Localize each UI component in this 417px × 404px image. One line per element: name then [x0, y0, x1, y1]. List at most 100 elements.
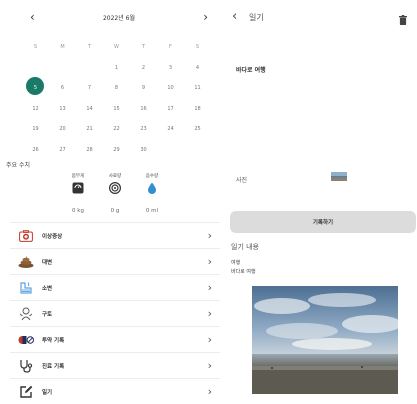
calendar-day[interactable]: 17 — [157, 106, 184, 112]
diary-content-line: 여행 — [231, 260, 241, 266]
calendar-week: 1 2 3 4 — [22, 58, 211, 79]
menu-item-label: 소변 — [42, 285, 53, 292]
stat-water[interactable]: 음수량 — [134, 173, 170, 194]
calendar-day[interactable]: 8 — [103, 85, 130, 91]
menu-item-label: 대변 — [42, 259, 53, 266]
calendar-day[interactable]: 28 — [76, 147, 103, 153]
menu-item-vomit[interactable]: 구토 › — [10, 300, 220, 326]
calendar-day[interactable]: 20 — [49, 126, 76, 132]
photo-label: 사진 — [236, 177, 248, 184]
diary-title-value: 바다로 여행 — [236, 67, 266, 74]
calendar-day-selected[interactable]: 5 — [22, 77, 49, 96]
stat-weight[interactable]: 몸무게 — [60, 173, 96, 194]
photo-thumbnail[interactable] — [331, 172, 347, 181]
calendar-day[interactable]: 26 — [22, 147, 49, 153]
medical-kit-icon — [16, 228, 36, 244]
weight-value: 0 kg — [72, 208, 84, 214]
calendar-week: 19 20 21 22 23 24 25 — [22, 119, 211, 140]
stat-food[interactable]: 사료량 — [97, 173, 133, 194]
calendar-day[interactable]: 13 — [49, 106, 76, 112]
calendar-day[interactable]: 18 — [184, 106, 211, 112]
menu-item-label: 일기 — [42, 389, 53, 396]
water-value: 0 ml — [145, 208, 159, 214]
menu-item-label: 구토 — [42, 311, 53, 318]
calendar-day[interactable]: 30 — [130, 147, 157, 153]
trash-icon[interactable] — [399, 10, 407, 29]
stethoscope-icon — [16, 358, 36, 374]
food-bowl-icon — [109, 182, 121, 194]
menu-item-label: 이상증상 — [42, 233, 63, 240]
calendar-day[interactable]: 27 — [49, 147, 76, 153]
chevron-right-icon: › — [207, 255, 212, 268]
back-button[interactable]: ‹ — [232, 9, 237, 24]
stat-label: 사료량 — [108, 174, 122, 179]
menu-item-symptoms[interactable]: 이상증상 › — [10, 222, 220, 248]
menu-item-clinic[interactable]: 진료 기록 › — [10, 352, 220, 378]
record-button[interactable]: 기록하기 — [230, 211, 416, 233]
calendar-day[interactable]: 22 — [103, 126, 130, 132]
summary-stats: 몸무게 사료량 음수량 — [60, 173, 170, 194]
weekday-label: T — [141, 44, 146, 51]
calendar-day[interactable]: 19 — [22, 126, 49, 132]
water-drop-icon — [148, 182, 156, 194]
next-month-button[interactable]: › — [203, 10, 208, 24]
menu-item-diary[interactable]: 일기 › — [10, 378, 220, 404]
stat-label: 몸무게 — [71, 174, 85, 179]
stat-label: 음수량 — [145, 174, 159, 179]
chevron-right-icon: › — [207, 281, 212, 294]
calendar-day[interactable]: 29 — [103, 147, 130, 153]
calendar-week: 26 27 28 29 30 — [22, 140, 211, 161]
calendar-day[interactable]: 23 — [130, 126, 157, 132]
menu-item-label: 진료 기록 — [42, 363, 65, 370]
diary-content-line: 바다로 여행 — [231, 269, 256, 275]
calendar-day[interactable]: 9 — [130, 85, 157, 91]
calendar-day[interactable]: 14 — [76, 106, 103, 112]
menu-item-stool[interactable]: 대변 › — [10, 248, 220, 274]
diary-photo — [252, 286, 398, 394]
calendar-grid: S M T W T F S 1 2 3 4 5 6 7 8 9 10 11 12 — [22, 37, 211, 160]
menu-item-urine[interactable]: 소변 › — [10, 274, 220, 300]
diary-content-heading: 일기 내용 — [231, 243, 259, 251]
calendar-day[interactable]: 3 — [157, 65, 184, 71]
calendar-day[interactable]: 21 — [76, 126, 103, 132]
diary-edit-icon — [16, 384, 36, 400]
calendar-day[interactable]: 15 — [103, 106, 130, 112]
calendar-week: 12 13 14 15 16 17 18 — [22, 99, 211, 120]
weekday-label: T — [87, 44, 92, 51]
calendar-day[interactable]: 1 — [103, 65, 130, 71]
chevron-right-icon: › — [207, 229, 212, 242]
vomit-icon — [16, 306, 36, 322]
weekday-row: S M T W T F S — [22, 37, 211, 58]
calendar-day[interactable]: 6 — [49, 85, 76, 91]
weekday-label: M — [60, 44, 65, 51]
weekday-label: W — [114, 44, 119, 51]
pill-icon — [16, 332, 36, 348]
calendar-day[interactable]: 11 — [184, 85, 211, 91]
weekday-label: F — [169, 44, 172, 51]
diary-panel: ‹ 일기 바다로 여행 사진 기록하기 일기 내용 여행 바다로 여행 — [222, 0, 417, 397]
calendar-day[interactable]: 4 — [184, 65, 211, 71]
weekday-label: S — [195, 44, 200, 51]
calendar-panel: ‹ 2022년 6월 › S M T W T F S 1 2 3 4 5 6 7… — [0, 0, 222, 398]
urine-icon — [16, 280, 36, 296]
scale-icon — [72, 182, 84, 194]
calendar-day[interactable]: 16 — [130, 106, 157, 112]
menu-item-medication[interactable]: 투약 기록 › — [10, 326, 220, 352]
summary-title: 주요 수치 — [6, 162, 30, 169]
calendar-day[interactable]: 7 — [76, 85, 103, 91]
calendar-day[interactable]: 24 — [157, 126, 184, 132]
calendar-month-title: 2022년 6월 — [102, 15, 136, 22]
calendar-day[interactable]: 10 — [157, 85, 184, 91]
calendar-day[interactable]: 25 — [184, 126, 211, 132]
chevron-right-icon: › — [207, 359, 212, 372]
chevron-right-icon: › — [207, 307, 212, 320]
calendar-header: ‹ 2022년 6월 › — [30, 10, 208, 26]
chevron-right-icon: › — [207, 385, 212, 398]
chevron-right-icon: › — [207, 333, 212, 346]
calendar-day[interactable]: 2 — [130, 65, 157, 71]
calendar-day[interactable]: 12 — [22, 106, 49, 112]
summary-values: 0 kg 0 g 0 ml — [60, 208, 170, 214]
record-menu: 이상증상 › 대변 › 소변 › 구토 › 투약 기록 › 진료 기록 › 일기… — [10, 222, 220, 404]
weekday-label: S — [33, 44, 38, 51]
calendar-week: 5 6 7 8 9 10 11 — [22, 77, 211, 99]
